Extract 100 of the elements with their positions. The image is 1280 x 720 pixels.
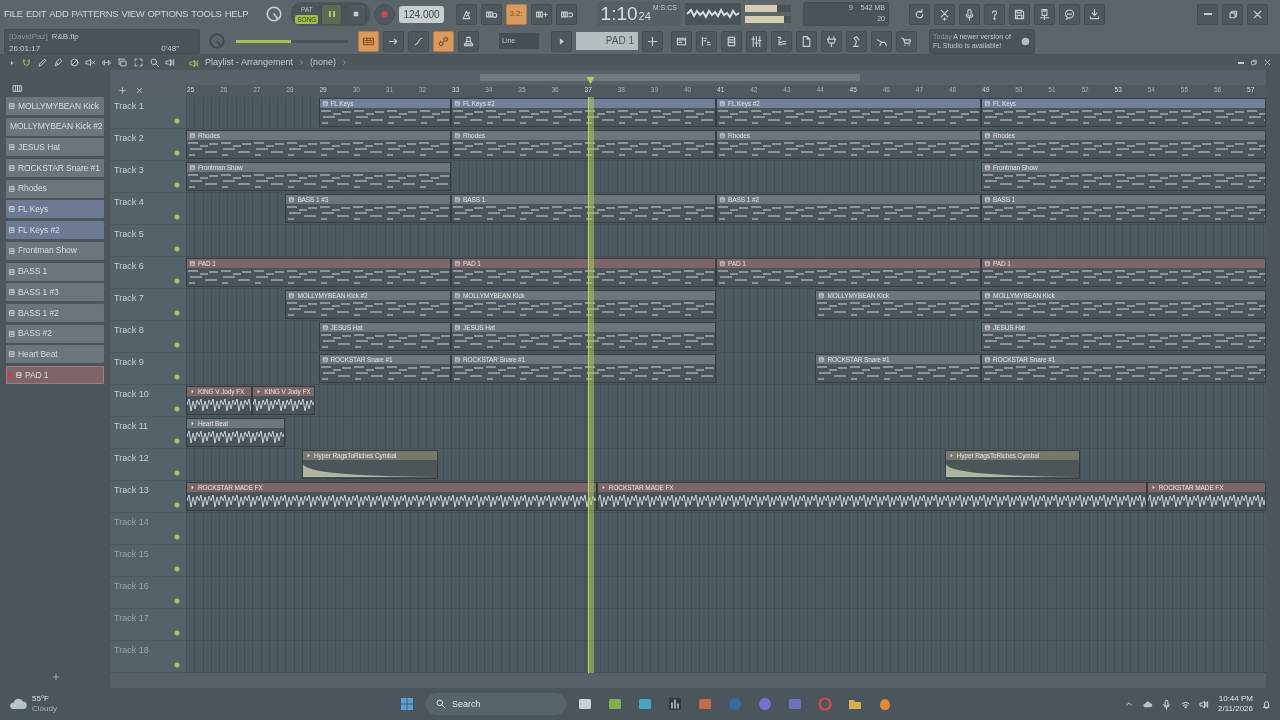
toolbar-button[interactable] [983, 3, 1005, 25]
pattern-item[interactable]: MOLLYMYBEAN Kick [6, 97, 104, 115]
pattern-item[interactable]: ROCKSTAR Snare #1 [6, 159, 104, 178]
track-active-dot[interactable] [174, 118, 180, 124]
track-name[interactable]: Track 8 [114, 324, 144, 338]
track-active-dot[interactable] [174, 150, 180, 156]
search-field[interactable]: Search [426, 693, 566, 715]
record-option-toggle[interactable] [480, 3, 502, 25]
track-active-dot[interactable] [174, 310, 180, 316]
pattern-item[interactable]: Frontman Show [6, 241, 104, 260]
toolbar-button[interactable] [721, 30, 742, 52]
chevron-icon [341, 59, 349, 66]
menu-item[interactable]: FILE [4, 6, 23, 22]
pattern-icon [288, 292, 296, 299]
minimize-button[interactable] [1197, 3, 1218, 25]
track-active-dot[interactable] [174, 502, 180, 508]
toolbar-button[interactable] [696, 30, 717, 52]
toolbar-button[interactable] [871, 30, 892, 52]
track-name[interactable]: Track 5 [114, 228, 144, 242]
toolbar-button[interactable] [908, 3, 930, 25]
pattern-item[interactable]: BASS 1 #3 [6, 283, 104, 302]
pause-button[interactable] [321, 3, 343, 25]
track-active-dot[interactable] [174, 438, 180, 444]
track-name[interactable]: Track 16 [114, 580, 149, 594]
previous-pattern-button[interactable] [551, 30, 572, 52]
toolbar-button[interactable] [671, 30, 692, 52]
pattern-item[interactable]: Heart Beat [6, 345, 104, 364]
record-option-toggle[interactable] [455, 3, 477, 25]
chevron-up-icon [1124, 699, 1134, 709]
toolbar-button[interactable] [896, 30, 917, 52]
track-active-dot[interactable] [174, 406, 180, 412]
toolbar-button[interactable] [1058, 3, 1080, 25]
track-name[interactable]: Track 15 [114, 548, 149, 562]
stop-button[interactable] [345, 3, 367, 25]
track-name[interactable]: Track 3 [114, 164, 144, 178]
track-active-dot[interactable] [174, 534, 180, 540]
pattern-selector-field[interactable]: PAD 1 [576, 32, 638, 50]
track-active-dot[interactable] [174, 246, 180, 252]
track-active-dot[interactable] [174, 278, 180, 284]
track-active-dot[interactable] [174, 374, 180, 380]
track-name[interactable]: Track 6 [114, 260, 144, 274]
menu-item[interactable]: VIEW [121, 6, 145, 22]
pattern-item[interactable]: Rhodes [6, 179, 104, 198]
pattern-item[interactable]: PAD 1 [6, 365, 104, 384]
toolbar-button[interactable] [933, 3, 955, 25]
pattern-item[interactable]: MOLLYMYBEAN Kick #2 [6, 117, 104, 136]
edit-toggle[interactable] [458, 30, 479, 52]
tempo-field[interactable]: 124.000 [399, 5, 444, 23]
track-active-dot[interactable] [174, 598, 180, 604]
menu-item[interactable]: ADD [49, 6, 69, 22]
menu-item[interactable]: OPTIONS [147, 6, 189, 22]
track-active-dot[interactable] [174, 630, 180, 636]
toolbar-button[interactable] [746, 30, 767, 52]
track-name[interactable]: Track 9 [114, 356, 144, 370]
add-pattern-button[interactable] [642, 30, 663, 52]
track-name[interactable]: Track 11 [114, 420, 148, 434]
pattern-item[interactable]: BASS 1 #2 [6, 303, 104, 322]
countdown-toggle[interactable]: 3.2: [505, 3, 527, 25]
menu-item[interactable]: PATTERNS [71, 6, 119, 22]
edit-toggle[interactable] [408, 30, 429, 52]
edit-toggle[interactable] [433, 30, 454, 52]
menu-item[interactable]: HELP [224, 6, 249, 22]
toolbar-button[interactable] [846, 30, 867, 52]
close-button[interactable] [1247, 3, 1268, 25]
toolbar-button[interactable] [958, 3, 980, 25]
track-active-dot[interactable] [174, 662, 180, 668]
record-option-toggle[interactable] [555, 3, 577, 25]
record-option-toggle[interactable] [530, 3, 552, 25]
toolbar-button[interactable] [1033, 3, 1055, 25]
menu-item[interactable]: TOOLS [191, 6, 222, 22]
track-active-dot[interactable] [174, 342, 180, 348]
pattern-item[interactable]: BASS 1 [6, 262, 104, 281]
toolbar-button[interactable] [796, 30, 817, 52]
track-active-dot[interactable] [174, 470, 180, 476]
track-name[interactable]: Track 7 [114, 292, 144, 306]
edit-toggle[interactable] [383, 30, 404, 52]
track-active-dot[interactable] [174, 182, 180, 188]
track-name[interactable]: Track 1 [114, 100, 144, 114]
menu-item[interactable]: EDIT [25, 6, 47, 22]
pattern-item[interactable]: BASS #2 [6, 324, 104, 343]
track-name[interactable]: Track 13 [114, 484, 149, 498]
track-active-dot[interactable] [174, 566, 180, 572]
toolbar-button[interactable] [771, 30, 792, 52]
track-name[interactable]: Track 14 [114, 516, 149, 530]
track-name[interactable]: Track 17 [114, 612, 149, 626]
track-name[interactable]: Track 2 [114, 132, 144, 146]
pattern-item[interactable]: JESUS Hat [6, 138, 104, 157]
pattern-item[interactable]: FL Keys #2 [6, 221, 104, 240]
master-volume-slider[interactable] [236, 39, 348, 43]
track-name[interactable]: Track 18 [114, 644, 149, 658]
track-name[interactable]: Track 10 [114, 388, 149, 402]
restore-button[interactable] [1222, 3, 1243, 25]
pattern-item[interactable]: FL Keys [6, 200, 104, 219]
toolbar-button[interactable] [821, 30, 842, 52]
track-name[interactable]: Track 4 [114, 196, 144, 210]
track-name[interactable]: Track 12 [114, 452, 149, 466]
edit-toggle[interactable] [358, 30, 379, 52]
toolbar-button[interactable] [1083, 3, 1105, 25]
toolbar-button[interactable] [1008, 3, 1030, 25]
track-active-dot[interactable] [174, 214, 180, 220]
